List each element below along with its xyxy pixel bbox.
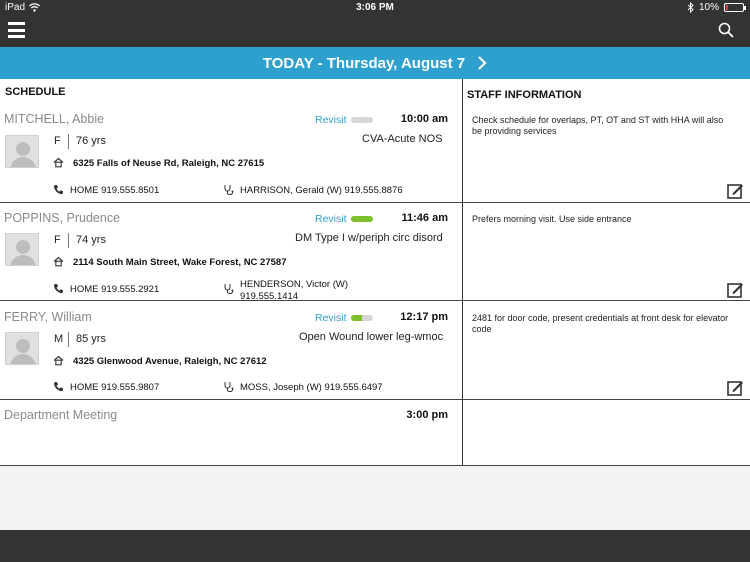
patient-phone[interactable]: HOME 919.555.8501 bbox=[70, 185, 159, 196]
doctor-contact[interactable]: MOSS, Joseph (W) 919.555.6497 bbox=[240, 382, 383, 394]
patient-gender: F bbox=[54, 135, 61, 147]
staff-info-header: STAFF INFORMATION bbox=[467, 89, 582, 101]
phone-icon bbox=[54, 185, 63, 195]
patient-age: 74 yrs bbox=[76, 234, 106, 246]
patient-name[interactable]: MITCHELL, Abbie bbox=[4, 112, 104, 126]
patient-gender: M bbox=[54, 333, 64, 345]
search-icon[interactable] bbox=[718, 22, 734, 38]
revisit-label: Revisit bbox=[315, 213, 347, 225]
hamburger-icon[interactable] bbox=[8, 22, 25, 38]
app-navbar bbox=[0, 16, 750, 47]
staff-note: 2481 for door code, present credentials … bbox=[472, 313, 729, 334]
home-icon bbox=[53, 157, 64, 168]
separator bbox=[68, 134, 69, 149]
date-title: TODAY - Thursday, August 7 bbox=[262, 54, 466, 72]
doctor-contact[interactable]: HARRISON, Gerald (W) 919.555.8876 bbox=[240, 185, 403, 197]
separator bbox=[68, 332, 69, 347]
revisit-label: Revisit bbox=[315, 114, 347, 126]
edit-icon[interactable] bbox=[727, 380, 744, 396]
home-icon bbox=[53, 355, 64, 366]
doctor-name: HENDERSON, Victor (W) bbox=[240, 279, 349, 290]
patient-phone[interactable]: HOME 919.555.9807 bbox=[70, 382, 159, 393]
phone-icon bbox=[54, 284, 63, 294]
revisit-progress bbox=[351, 216, 373, 222]
visit-time: 11:46 am bbox=[401, 212, 448, 224]
diagnosis: CVA-Acute NOS bbox=[362, 133, 443, 145]
edit-icon[interactable] bbox=[727, 282, 744, 298]
row-divider bbox=[0, 202, 750, 203]
diagnosis: Open Wound lower leg-wmoc bbox=[299, 331, 444, 343]
battery-percent: 10% bbox=[698, 2, 719, 13]
meeting-name[interactable]: Department Meeting bbox=[4, 408, 117, 422]
status-bar: iPad 3:06 PM 10% bbox=[0, 0, 750, 16]
patient-phone[interactable]: HOME 919.555.2921 bbox=[70, 284, 159, 295]
stethoscope-icon bbox=[224, 284, 234, 294]
battery-icon bbox=[724, 3, 746, 12]
row-divider bbox=[0, 465, 750, 466]
visit-time: 10:00 am bbox=[400, 113, 448, 125]
status-time: 3:06 PM bbox=[356, 2, 394, 13]
visit-time: 12:17 pm bbox=[400, 311, 448, 323]
avatar bbox=[5, 233, 39, 266]
avatar bbox=[5, 332, 39, 365]
doctor-contact[interactable]: HENDERSON, Victor (W) 919.555.1414 bbox=[240, 279, 348, 303]
patient-address[interactable]: 6325 Falls of Neuse Rd, Raleigh, NC 2761… bbox=[73, 158, 264, 169]
bluetooth-icon bbox=[687, 2, 694, 13]
stethoscope-icon bbox=[224, 185, 234, 195]
revisit-progress bbox=[351, 117, 373, 123]
stethoscope-icon bbox=[224, 382, 234, 392]
row-divider bbox=[0, 300, 750, 301]
chevron-right-icon[interactable] bbox=[477, 55, 487, 71]
avatar bbox=[5, 135, 39, 168]
patient-address[interactable]: 4325 Glenwood Avenue, Raleigh, NC 27612 bbox=[73, 356, 267, 367]
patient-address[interactable]: 2114 South Main Street, Wake Forest, NC … bbox=[73, 257, 286, 268]
patient-name[interactable]: POPPINS, Prudence bbox=[4, 211, 120, 225]
patient-gender: F bbox=[54, 234, 61, 246]
date-banner: TODAY - Thursday, August 7 bbox=[0, 47, 750, 79]
phone-icon bbox=[54, 382, 63, 392]
separator bbox=[68, 233, 69, 248]
meeting-time: 3:00 pm bbox=[406, 409, 448, 421]
diagnosis: DM Type I w/periph circ disord bbox=[295, 232, 443, 244]
row-divider bbox=[0, 399, 750, 400]
patient-age: 76 yrs bbox=[76, 135, 106, 147]
revisit-progress bbox=[351, 315, 373, 321]
column-divider bbox=[462, 79, 463, 465]
edit-icon[interactable] bbox=[727, 183, 744, 199]
revisit-label: Revisit bbox=[315, 312, 347, 324]
patient-age: 85 yrs bbox=[76, 333, 106, 345]
bottom-toolbar bbox=[0, 530, 750, 562]
doctor-phone: 919.555.1414 bbox=[240, 291, 299, 302]
staff-note: Prefers morning visit. Use side entrance bbox=[472, 214, 632, 224]
schedule-header: SCHEDULE bbox=[5, 86, 66, 98]
patient-name[interactable]: FERRY, William bbox=[4, 310, 92, 324]
home-icon bbox=[53, 256, 64, 267]
staff-note: Check schedule for overlaps, PT, OT and … bbox=[472, 115, 724, 136]
